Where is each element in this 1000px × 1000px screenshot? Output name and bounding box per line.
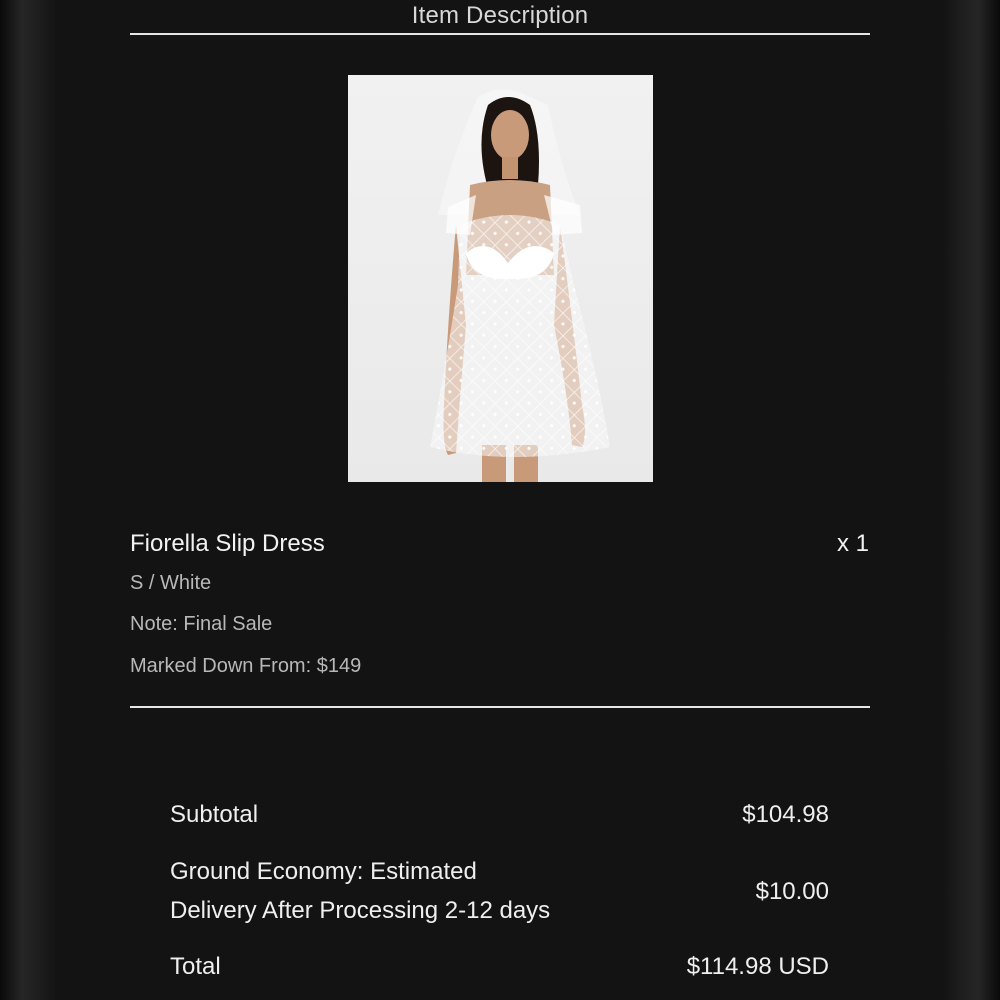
header-divider [130, 33, 870, 35]
shipping-label-line1: Ground Economy: Estimated [170, 858, 477, 885]
product-image[interactable] [348, 75, 653, 482]
total-value: $114.98 USD [686, 953, 829, 980]
product-photo-icon [430, 89, 610, 482]
shipping-label-line2: Delivery After Processing 2-12 days [170, 897, 551, 924]
product-name[interactable]: Fiorella Slip Dress [130, 528, 325, 560]
product-quantity: x 1 [836, 530, 869, 557]
subtotal-label: Subtotal [170, 801, 259, 828]
product-note: Note: Final Sale [130, 613, 273, 635]
shipping-value: $10.00 [755, 878, 829, 905]
total-label: Total [170, 953, 221, 980]
item-divider [130, 706, 870, 708]
section-title: Item Description [411, 2, 589, 29]
subtotal-value: $104.98 [742, 801, 829, 828]
product-markdown-price: Marked Down From: $149 [130, 655, 362, 677]
product-variant: S / White [130, 572, 212, 594]
